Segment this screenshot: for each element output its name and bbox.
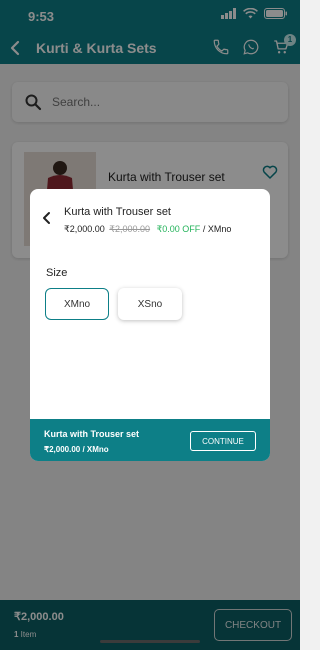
modal-footer: Kurta with Trouser set ₹2,000.00 / XMno … [30, 419, 270, 461]
footer-product-name: Kurta with Trouser set [44, 429, 140, 439]
size-option-xmno[interactable]: XMno [45, 288, 109, 320]
footer-price: ₹2,000.00 / XMno [44, 445, 109, 454]
price-size-suffix: / XMno [200, 224, 232, 234]
size-selection-modal: Kurta with Trouser set ₹2,000.00 ₹2,000.… [30, 189, 270, 461]
home-indicator [100, 640, 200, 643]
size-option-xsno[interactable]: XSno [118, 288, 182, 320]
continue-button[interactable]: CONTINUE [190, 431, 256, 451]
modal-price-row: ₹2,000.00 ₹2,000.00 ₹0.00 OFF / XMno [64, 224, 231, 235]
modal-product-title: Kurta with Trouser set [64, 206, 171, 218]
size-label: Size [46, 267, 68, 279]
price-current: ₹2,000.00 [64, 224, 105, 234]
modal-back-icon[interactable] [40, 211, 54, 225]
price-mrp: ₹2,000.00 [109, 224, 151, 234]
price-discount: ₹0.00 OFF [156, 224, 201, 234]
